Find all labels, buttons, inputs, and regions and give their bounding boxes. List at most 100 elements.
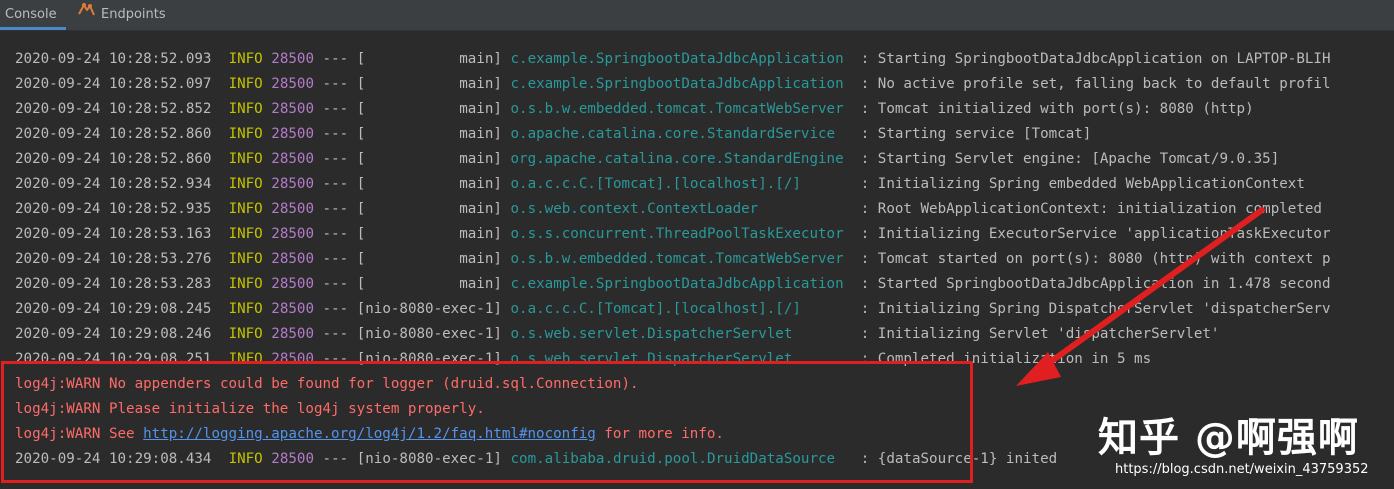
log-pid: 28500 (271, 76, 314, 92)
log-message: : No active profile set, falling back to… (860, 76, 1331, 92)
log-line: 2020-09-24 10:28:53.283 INFO 28500 --- [… (15, 272, 1331, 297)
log-separator: --- (322, 126, 349, 142)
log-line: 2020-09-24 10:28:52.934 INFO 28500 --- [… (15, 172, 1305, 197)
log-logger[interactable]: o.s.b.w.embedded.tomcat.TomcatWebServer (510, 101, 852, 117)
log-logger[interactable]: com.alibaba.druid.pool.DruidDataSource (510, 451, 852, 467)
log-thread: [ main] (356, 226, 502, 242)
log-level: INFO (228, 276, 263, 292)
log-level: INFO (228, 151, 263, 167)
log-timestamp: 2020-09-24 10:28:53.163 (15, 226, 212, 242)
tab-endpoints-label: Endpoints (101, 7, 166, 22)
log-thread: [nio-8080-exec-1] (356, 351, 502, 367)
log-thread: [nio-8080-exec-1] (356, 326, 502, 342)
log-pid: 28500 (271, 201, 314, 217)
log-pid: 28500 (271, 276, 314, 292)
log-timestamp: 2020-09-24 10:28:52.860 (15, 126, 212, 142)
log-thread: [ main] (356, 151, 502, 167)
log-timestamp: 2020-09-24 10:28:52.934 (15, 176, 212, 192)
log-thread: [ main] (356, 126, 502, 142)
log-timestamp: 2020-09-24 10:29:08.251 (15, 351, 212, 367)
log-level: INFO (228, 76, 263, 92)
log-line: 2020-09-24 10:28:52.093 INFO 28500 --- [… (15, 47, 1331, 72)
log-timestamp: 2020-09-24 10:28:53.283 (15, 276, 212, 292)
log-thread: [ main] (356, 276, 502, 292)
log-message: : Root WebApplicationContext: initializa… (860, 201, 1322, 217)
log-logger[interactable]: c.example.SpringbootDataJdbcApplication (510, 76, 852, 92)
log-logger[interactable]: o.s.web.servlet.DispatcherServlet (510, 351, 852, 367)
log-timestamp: 2020-09-24 10:28:52.093 (15, 51, 212, 67)
log-warn-prefix: log4j:WARN See (15, 426, 144, 442)
log-line: 2020-09-24 10:28:52.860 INFO 28500 --- [… (15, 122, 1091, 147)
log-level: INFO (228, 301, 263, 317)
log-timestamp: 2020-09-24 10:28:52.860 (15, 151, 212, 167)
log-thread: [ main] (356, 51, 502, 67)
log-line: 2020-09-24 10:28:52.097 INFO 28500 --- [… (15, 72, 1331, 97)
log-level: INFO (228, 201, 263, 217)
log-line: 2020-09-24 10:28:52.860 INFO 28500 --- [… (15, 147, 1279, 172)
log-pid: 28500 (271, 126, 314, 142)
log-pid: 28500 (271, 351, 314, 367)
log-message: : Started SpringbootDataJdbcApplication … (860, 276, 1331, 292)
log-separator: --- (322, 51, 349, 67)
log-separator: --- (322, 176, 349, 192)
log-timestamp: 2020-09-24 10:29:08.245 (15, 301, 212, 317)
log-level: INFO (228, 126, 263, 142)
log-logger[interactable]: org.apache.catalina.core.StandardEngine (510, 151, 852, 167)
tab-console[interactable]: Console (0, 0, 66, 30)
log-line: 2020-09-24 10:29:08.246 INFO 28500 --- [… (15, 322, 1219, 347)
log-line: 2020-09-24 10:28:52.935 INFO 28500 --- [… (15, 197, 1322, 222)
log-timestamp: 2020-09-24 10:28:53.276 (15, 251, 212, 267)
log-line: 2020-09-24 10:29:08.434 INFO 28500 --- [… (15, 447, 1057, 472)
log-warn-line: log4j:WARN See http://logging.apache.org… (15, 422, 724, 447)
log-logger[interactable]: o.s.web.context.ContextLoader (510, 201, 852, 217)
log-logger[interactable]: o.apache.catalina.core.StandardService (510, 126, 852, 142)
log-timestamp: 2020-09-24 10:28:52.097 (15, 76, 212, 92)
log-pid: 28500 (271, 451, 314, 467)
log-warn-line: log4j:WARN Please initialize the log4j s… (15, 401, 485, 417)
log-line: 2020-09-24 10:29:08.245 INFO 28500 --- [… (15, 297, 1331, 322)
log-pid: 28500 (271, 251, 314, 267)
log-line: 2020-09-24 10:28:53.163 INFO 28500 --- [… (15, 222, 1331, 247)
log-pid: 28500 (271, 151, 314, 167)
log-timestamp: 2020-09-24 10:29:08.246 (15, 326, 212, 342)
watermark-brand: 知乎 @啊强啊 (1098, 415, 1359, 461)
log-message: : Initializing Spring embedded WebApplic… (860, 176, 1305, 192)
log-logger[interactable]: o.s.b.w.embedded.tomcat.TomcatWebServer (510, 251, 852, 267)
log-logger[interactable]: c.example.SpringbootDataJdbcApplication (510, 51, 852, 67)
log-message: : Initializing Servlet 'dispatcherServle… (860, 326, 1220, 342)
log-thread: [ main] (356, 76, 502, 92)
log-message: : Initializing ExecutorService 'applicat… (860, 226, 1331, 242)
log-separator: --- (322, 76, 349, 92)
watermark-url: https://blog.csdn.net/weixin_43759352 (1115, 462, 1369, 477)
log-logger[interactable]: c.example.SpringbootDataJdbcApplication (510, 276, 852, 292)
log-pid: 28500 (271, 226, 314, 242)
tool-window-tabbar: Console Endpoints (0, 0, 1394, 31)
log-message: : Initializing Spring DispatcherServlet … (860, 301, 1331, 317)
log-pid: 28500 (271, 326, 314, 342)
log-logger[interactable]: o.a.c.c.C.[Tomcat].[localhost].[/] (510, 301, 852, 317)
log-message: : Completed initialization in 5 ms (860, 351, 1152, 367)
log-separator: --- (322, 451, 349, 467)
log-logger[interactable]: o.a.c.c.C.[Tomcat].[localhost].[/] (510, 176, 852, 192)
log-separator: --- (322, 251, 349, 267)
log-warn-suffix: for more info. (595, 426, 724, 442)
log-thread: [ main] (356, 176, 502, 192)
log-pid: 28500 (271, 51, 314, 67)
log-line: 2020-09-24 10:28:52.852 INFO 28500 --- [… (15, 97, 1254, 122)
log-separator: --- (322, 101, 349, 117)
endpoints-icon (78, 0, 95, 28)
log-thread: [ main] (356, 201, 502, 217)
log-separator: --- (322, 226, 349, 242)
log-level: INFO (228, 226, 263, 242)
tab-endpoints[interactable]: Endpoints (78, 0, 166, 30)
log-logger[interactable]: o.s.web.servlet.DispatcherServlet (510, 326, 852, 342)
log-timestamp: 2020-09-24 10:28:52.935 (15, 201, 212, 217)
log-level: INFO (228, 326, 263, 342)
log-timestamp: 2020-09-24 10:29:08.434 (15, 451, 212, 467)
log-thread: [ main] (356, 251, 502, 267)
log-logger[interactable]: o.s.s.concurrent.ThreadPoolTaskExecutor (510, 226, 852, 242)
log-thread: [nio-8080-exec-1] (356, 301, 502, 317)
log-level: INFO (228, 251, 263, 267)
log-message: : Tomcat started on port(s): 8080 (http)… (860, 251, 1331, 267)
faq-link[interactable]: http://logging.apache.org/log4j/1.2/faq.… (143, 426, 596, 442)
